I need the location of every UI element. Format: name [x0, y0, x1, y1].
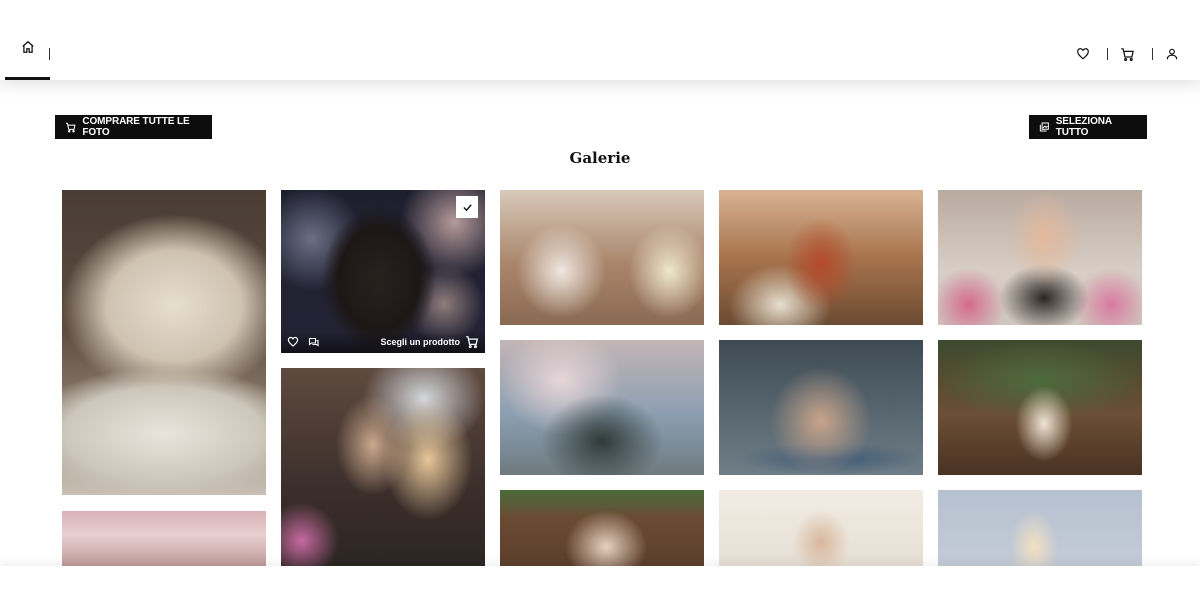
cart-icon: [1121, 48, 1134, 62]
mother-child-fairy-photo: [281, 368, 485, 571]
check-icon: [462, 203, 472, 211]
pink-car-photo: [62, 511, 266, 571]
gallery-photo[interactable]: [938, 190, 1142, 325]
boy-cap-photo: [500, 490, 704, 571]
home-icon: [21, 40, 34, 53]
cart-button[interactable]: [1120, 47, 1136, 63]
select-all-button[interactable]: SELEZIONA TUTTO: [1029, 115, 1147, 139]
gallery-photo[interactable]: [719, 190, 923, 325]
account-button[interactable]: [1165, 47, 1181, 63]
heart-icon[interactable]: [287, 336, 299, 348]
nav-divider: [49, 48, 50, 60]
baby-bath-photo: [938, 190, 1142, 325]
woman-floral-portrait-photo: [281, 190, 485, 353]
gallery-photo[interactable]: [938, 490, 1142, 571]
choose-product-label: Scegli un prodotto: [380, 337, 461, 347]
buy-all-photos-label: COMPRARE TUTTE LE FOTO: [82, 116, 190, 138]
cart-icon: [65, 122, 76, 133]
nav-divider: [1107, 48, 1108, 60]
gallery-photo[interactable]: [500, 340, 704, 475]
wishlist-button[interactable]: [1076, 47, 1092, 63]
nav-divider: [1152, 48, 1153, 60]
choose-product-button[interactable]: Scegli un prodotto: [381, 335, 480, 349]
comment-icon[interactable]: [307, 336, 320, 348]
photo-action-bar: Scegli un prodotto: [281, 331, 485, 353]
photo-selected-checkbox[interactable]: [456, 196, 478, 218]
page-title: Galerie: [569, 149, 631, 167]
gallery-photo[interactable]: [500, 190, 704, 325]
user-icon: [1166, 48, 1178, 60]
cart-icon: [466, 336, 479, 349]
heart-icon: [1077, 48, 1089, 60]
baby-tub-flowers-photo: [719, 190, 923, 325]
bottom-edge: [0, 566, 1200, 600]
baby-butterflies-photo: [719, 490, 923, 571]
top-navigation-bar: [0, 0, 1200, 80]
unicorn-photo: [938, 490, 1142, 571]
home-tab[interactable]: [5, 40, 50, 80]
gallery-photo[interactable]: [719, 490, 923, 571]
buy-all-photos-button[interactable]: COMPRARE TUTTE LE FOTO: [55, 115, 212, 139]
gallery-photo[interactable]: [719, 340, 923, 475]
gallery-photo[interactable]: [281, 368, 485, 571]
gallery-photo[interactable]: [62, 190, 266, 495]
select-all-label: SELEZIONA TUTTO: [1055, 116, 1112, 138]
gallery-photo-selected[interactable]: Scegli un prodotto: [281, 190, 485, 353]
baby-bunny-photo: [500, 190, 704, 325]
baby-easter-photo: [938, 340, 1142, 475]
maternity-photo: [719, 340, 923, 475]
two-girls-photo: [500, 340, 704, 475]
gallery-photo[interactable]: [938, 340, 1142, 475]
gallery-photo[interactable]: [62, 511, 266, 571]
active-tab-indicator: [5, 77, 50, 80]
gallery-photo[interactable]: [500, 490, 704, 571]
gallery-select-icon: [1039, 122, 1049, 132]
newborn-armchair-photo: [62, 190, 266, 495]
